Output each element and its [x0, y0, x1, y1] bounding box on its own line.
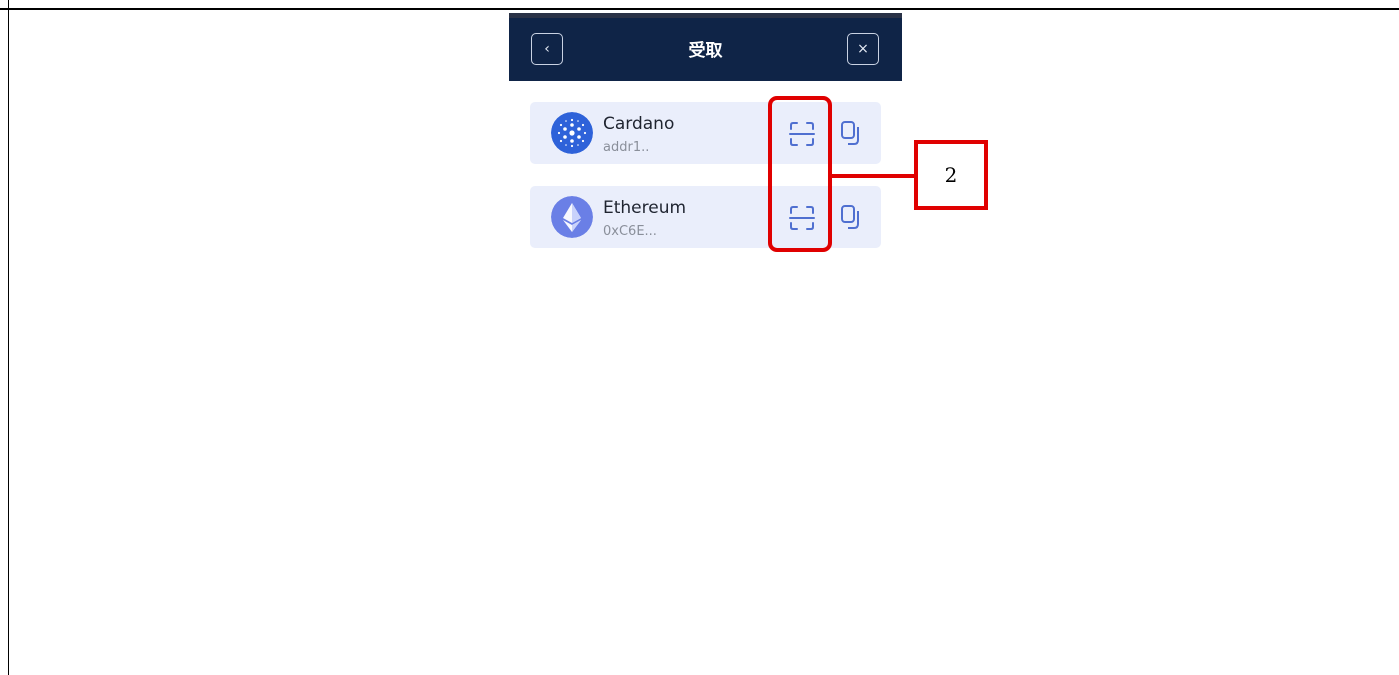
- ethereum-logo-icon: [551, 196, 593, 238]
- document-frame-left: [8, 0, 9, 675]
- close-icon: ×: [857, 41, 869, 57]
- copy-icon[interactable]: [840, 120, 862, 146]
- annotation-highlight-box: [768, 96, 832, 252]
- annotation-connector-line: [832, 174, 916, 178]
- copy-icon[interactable]: [840, 204, 862, 230]
- document-frame-top: [0, 8, 1399, 10]
- wallet-name: Cardano: [603, 114, 675, 134]
- wallet-address: 0xC6E...: [603, 224, 657, 239]
- wallet-name: Ethereum: [603, 198, 687, 218]
- cardano-logo-icon: [551, 112, 593, 154]
- annotation-callout-label: 2: [914, 140, 988, 210]
- close-button[interactable]: ×: [847, 33, 879, 65]
- app-header: ‹ 受取 ×: [509, 13, 902, 81]
- page-title: 受取: [688, 41, 723, 61]
- wallet-address: addr1..: [603, 140, 650, 155]
